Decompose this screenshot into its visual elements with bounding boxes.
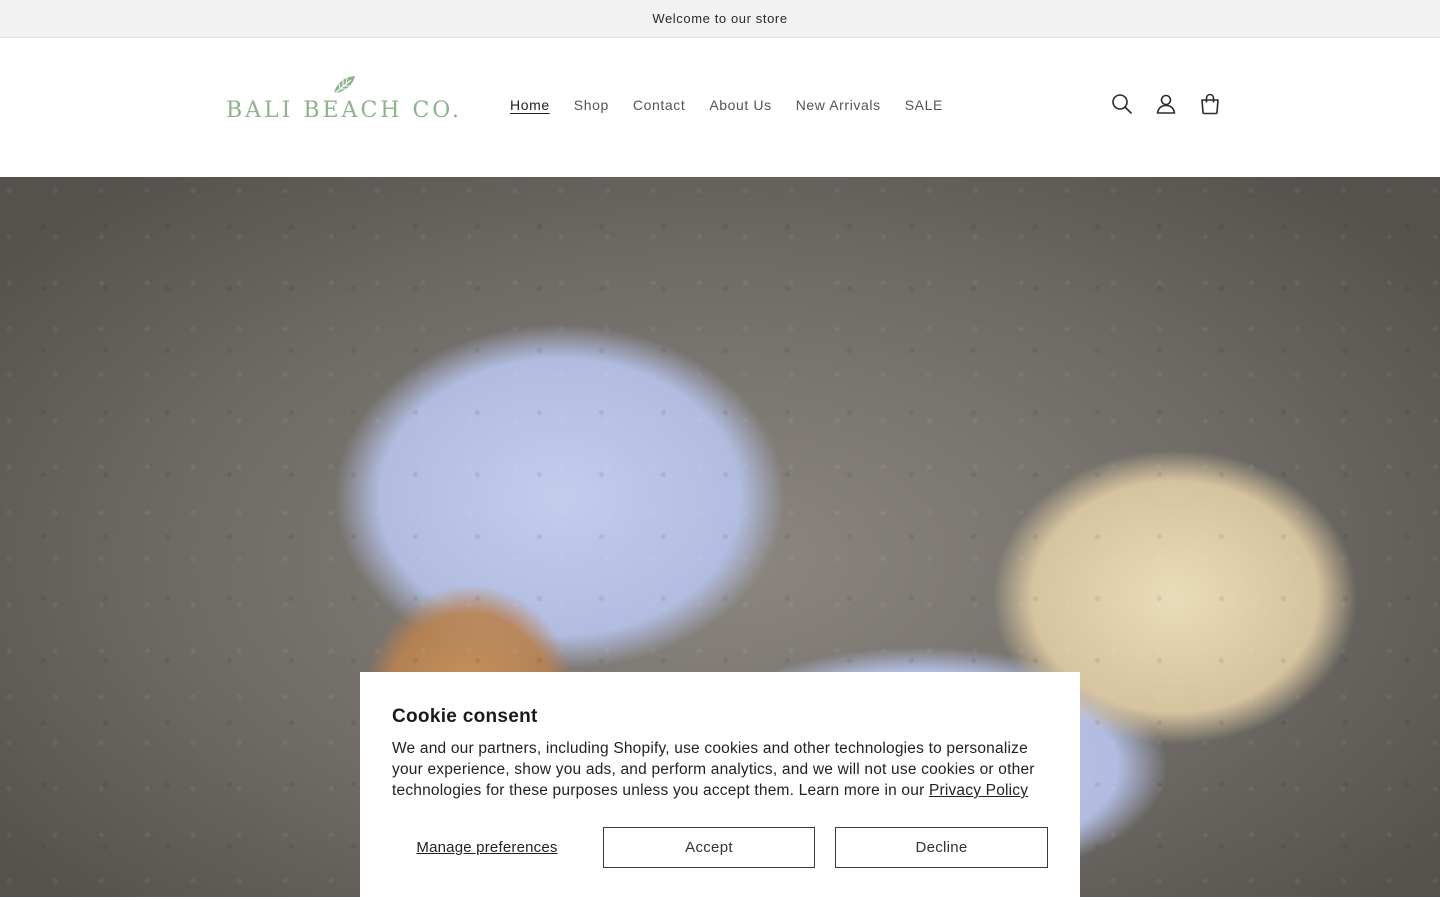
announcement-text: Welcome to our store (652, 11, 788, 26)
nav-home[interactable]: Home (498, 97, 562, 113)
cookie-actions: Manage preferences Accept Decline (392, 827, 1048, 868)
search-button[interactable] (1100, 86, 1144, 122)
cart-button[interactable] (1188, 86, 1232, 122)
nav-sale[interactable]: SALE (893, 97, 955, 113)
cookie-body: We and our partners, including Shopify, … (392, 738, 1052, 801)
header-icons (1100, 86, 1232, 122)
search-icon (1112, 94, 1132, 114)
privacy-policy-link[interactable]: Privacy Policy (929, 782, 1028, 799)
nav-contact[interactable]: Contact (621, 97, 697, 113)
accept-button[interactable]: Accept (603, 827, 815, 868)
account-button[interactable] (1144, 86, 1188, 122)
cookie-consent-dialog: Cookie consent We and our partners, incl… (360, 672, 1080, 900)
nav-new-arrivals[interactable]: New Arrivals (784, 97, 893, 113)
account-icon (1156, 94, 1176, 114)
site-header: BALI BEACH CO. Home Shop Contact About U… (0, 38, 1440, 177)
main-nav: Home Shop Contact About Us New Arrivals … (498, 90, 955, 120)
store-logo[interactable]: BALI BEACH CO. (226, 74, 462, 130)
nav-about-us[interactable]: About Us (697, 97, 783, 113)
nav-shop[interactable]: Shop (562, 97, 621, 113)
cart-icon (1201, 93, 1219, 115)
announcement-bar: Welcome to our store (0, 0, 1440, 38)
cookie-title: Cookie consent (392, 706, 538, 727)
leaf-logo-icon (334, 76, 355, 94)
decline-button[interactable]: Decline (835, 827, 1048, 868)
manage-preferences-link[interactable]: Manage preferences (392, 827, 582, 868)
logo-text: BALI BEACH CO. (225, 98, 463, 123)
